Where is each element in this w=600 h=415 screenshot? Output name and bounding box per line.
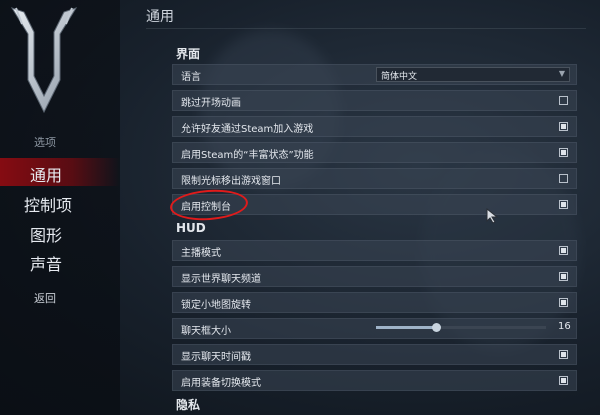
- checkbox[interactable]: [559, 246, 568, 255]
- language-label: 语言: [181, 72, 201, 83]
- setting-label: 启用装备切换模式: [181, 378, 261, 389]
- setting-row-world-chat[interactable]: 显示世界聊天频道: [172, 266, 577, 287]
- back-button[interactable]: 返回: [34, 290, 56, 306]
- sidebar-item-label: 控制项: [24, 196, 73, 215]
- section-title-hud: HUD: [176, 221, 206, 235]
- sidebar-item-sound[interactable]: 声音: [0, 249, 120, 275]
- setting-label: 跳过开场动画: [181, 98, 241, 109]
- checkbox[interactable]: [559, 200, 568, 209]
- sidebar-item-label: 图形: [30, 226, 63, 245]
- setting-label: 聊天框大小: [181, 326, 231, 337]
- setting-row-steam-join[interactable]: 允许好友通过Steam加入游戏: [172, 116, 577, 137]
- setting-label: 启用Steam的“丰富状态”功能: [181, 150, 314, 161]
- setting-label: 显示聊天时间戳: [181, 352, 251, 363]
- sidebar-item-label: 声音: [30, 255, 63, 274]
- chevron-down-icon: ▼: [558, 69, 565, 78]
- page-title: 通用: [146, 9, 174, 25]
- checkbox[interactable]: [559, 272, 568, 281]
- chat-size-slider[interactable]: [376, 323, 546, 332]
- section-title-interface: 界面: [176, 47, 201, 61]
- sidebar-item-graphics[interactable]: 图形: [0, 220, 120, 246]
- checkbox[interactable]: [559, 174, 568, 183]
- mouse-cursor-icon: [486, 208, 499, 224]
- slider-handle[interactable]: [431, 323, 441, 332]
- setting-label: 主播模式: [181, 248, 221, 259]
- checkbox[interactable]: [559, 376, 568, 385]
- setting-row-skip-intro[interactable]: 跳过开场动画: [172, 90, 577, 111]
- setting-row-chat-timestamps[interactable]: 显示聊天时间戳: [172, 344, 577, 365]
- checkbox[interactable]: [559, 122, 568, 131]
- setting-label: 限制光标移出游戏窗口: [181, 176, 281, 187]
- setting-label: 显示世界聊天频道: [181, 274, 261, 285]
- language-value: 简体中文: [381, 72, 418, 82]
- checkbox[interactable]: [559, 298, 568, 307]
- setting-row-streamer-mode[interactable]: 主播模式: [172, 240, 577, 261]
- slider-fill: [376, 326, 436, 329]
- setting-row-steam-rich-presence[interactable]: 启用Steam的“丰富状态”功能: [172, 142, 577, 163]
- setting-row-confine-cursor[interactable]: 限制光标移出游戏窗口: [172, 168, 577, 189]
- checkbox[interactable]: [559, 148, 568, 157]
- checkbox[interactable]: [559, 350, 568, 359]
- checkbox[interactable]: [559, 96, 568, 105]
- setting-label: 允许好友通过Steam加入游戏: [181, 124, 314, 135]
- game-logo: [10, 7, 78, 114]
- options-section-label: 选项: [34, 136, 56, 149]
- section-title-privacy: 隐私: [176, 398, 201, 412]
- language-select[interactable]: 简体中文 ▼: [376, 67, 570, 82]
- setting-row-lock-minimap[interactable]: 锁定小地图旋转: [172, 292, 577, 313]
- chat-size-value: 16: [558, 321, 571, 332]
- red-circle-annotation: [169, 187, 249, 223]
- sidebar-item-general[interactable]: 通用: [0, 158, 120, 186]
- sidebar-item-controls[interactable]: 控制项: [0, 190, 120, 216]
- sidebar-item-label: 通用: [30, 166, 63, 185]
- setting-label: 锁定小地图旋转: [181, 300, 251, 311]
- setting-row-gear-swap[interactable]: 启用装备切换模式: [172, 370, 577, 391]
- divider: [146, 28, 586, 29]
- sidebar: 选项 通用 控制项 图形 声音 返回: [0, 0, 120, 415]
